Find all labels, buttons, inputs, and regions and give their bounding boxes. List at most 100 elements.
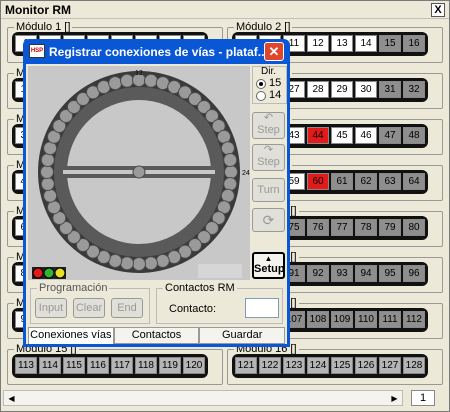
contact-cell[interactable]: 96	[403, 265, 425, 282]
contact-cell[interactable]: 28	[307, 81, 329, 98]
contact-cell[interactable]: 12	[307, 35, 329, 52]
contact-cell[interactable]: 123	[283, 357, 305, 374]
contact-cell[interactable]: 120	[183, 357, 205, 374]
contact-cell[interactable]: 16	[403, 35, 425, 52]
clear-button[interactable]: Clear	[73, 298, 105, 318]
contact-cell[interactable]: 93	[331, 265, 353, 282]
contact-cell[interactable]: 79	[379, 219, 401, 236]
dialog-tabs: Conexiones vías Contactos Guardar	[28, 327, 286, 344]
tab[interactable]: Conexiones vías	[28, 327, 114, 344]
contacto-input[interactable]	[245, 298, 279, 318]
track-stub	[220, 141, 235, 156]
turntable-canvas[interactable]: 12 24	[28, 66, 250, 280]
dir-radio-14[interactable]	[256, 91, 266, 101]
contact-cell[interactable]: 46	[355, 127, 377, 144]
contact-cell[interactable]: 126	[355, 357, 377, 374]
contact-cell[interactable]: 15	[379, 35, 401, 52]
contact-cell[interactable]: 125	[331, 357, 353, 374]
contact-cell[interactable]: 44	[307, 127, 329, 144]
redo-arrow-icon: ↷	[263, 144, 274, 156]
pivot	[132, 165, 146, 179]
programacion-group: Programación Input Clear End	[30, 282, 150, 324]
setup-button[interactable]: ▲ Setup	[252, 252, 285, 279]
track-stub	[224, 165, 238, 179]
dir-14-label: 14	[269, 89, 282, 101]
contact-cell[interactable]: 117	[111, 357, 133, 374]
contact-cell[interactable]: 110	[355, 311, 377, 328]
close-button[interactable]: X	[431, 3, 445, 17]
contact-cell[interactable]: 118	[135, 357, 157, 374]
contact-cell[interactable]: 112	[403, 311, 425, 328]
led-indicator	[43, 267, 55, 279]
contact-cell[interactable]: 63	[379, 173, 401, 190]
dialog-title-bar: HSP Registrar conexiones de vías - plata…	[27, 41, 286, 63]
scroll-left-icon[interactable]: ◀	[5, 392, 18, 405]
register-dialog: HSP Registrar conexiones de vías - plata…	[23, 39, 290, 347]
status-field	[198, 264, 242, 278]
contact-cell[interactable]: 109	[331, 311, 353, 328]
contact-cell[interactable]: 124	[307, 357, 329, 374]
end-button[interactable]: End	[111, 298, 143, 318]
contact-cell[interactable]: 115	[63, 357, 85, 374]
contact-cell[interactable]: 47	[379, 127, 401, 144]
contact-cell[interactable]: 14	[355, 35, 377, 52]
contact-cell[interactable]: 45	[331, 127, 353, 144]
contact-cell[interactable]: 80	[403, 219, 425, 236]
contactos-label: Contactos RM	[163, 282, 237, 294]
contact-cell[interactable]: 13	[331, 35, 353, 52]
contact-cell[interactable]: 108	[307, 311, 329, 328]
dir-radio-15[interactable]	[256, 79, 266, 89]
track-stub	[40, 152, 55, 167]
contact-cell[interactable]: 128	[403, 357, 425, 374]
contact-strip: 121 122 123 124 125 126 127 128	[232, 354, 428, 378]
monitor-window: Monitor RM X Módulo 1 []12345678Módulo 2…	[0, 0, 450, 412]
contact-cell[interactable]: 30	[355, 81, 377, 98]
turntable-drawing[interactable]: 12 24	[28, 66, 250, 280]
rotate-icon[interactable]: ⟳	[252, 208, 285, 232]
contact-cell[interactable]: 94	[355, 265, 377, 282]
scroll-right-icon[interactable]: ▶	[388, 392, 401, 405]
contact-cell[interactable]: 116	[87, 357, 109, 374]
track-stub	[144, 73, 159, 88]
contact-cell[interactable]: 64	[403, 173, 425, 190]
step-forward-label: Step	[257, 156, 280, 168]
tab[interactable]: Guardar	[199, 327, 286, 344]
contact-strip: 113 114 115 116 117 118 119 120	[12, 354, 208, 378]
contact-cell[interactable]: 60	[307, 173, 329, 190]
contact-cell[interactable]: 111	[379, 311, 401, 328]
contact-cell[interactable]: 92	[307, 265, 329, 282]
contact-cell[interactable]: 61	[331, 173, 353, 190]
contact-cell[interactable]: 114	[39, 357, 61, 374]
page-number[interactable]: 1	[411, 390, 435, 406]
contact-cell[interactable]: 48	[403, 127, 425, 144]
input-button[interactable]: Input	[35, 298, 67, 318]
horizontal-scrollbar[interactable]: ◀ ▶	[3, 390, 403, 406]
contact-cell[interactable]: 76	[307, 219, 329, 236]
contact-cell[interactable]: 29	[331, 81, 353, 98]
undo-arrow-icon: ↶	[263, 112, 274, 124]
label-top: 12	[135, 70, 143, 77]
contact-cell[interactable]: 95	[379, 265, 401, 282]
step-forward-button[interactable]: ↷ Step	[252, 144, 285, 171]
contact-cell[interactable]: 62	[355, 173, 377, 190]
contact-cell[interactable]: 113	[15, 357, 37, 374]
dialog-close-button[interactable]: ✕	[264, 42, 284, 61]
step-back-button[interactable]: ↶ Step	[252, 112, 285, 139]
contact-cell[interactable]: 119	[159, 357, 181, 374]
label-right: 24	[242, 170, 250, 177]
contact-cell[interactable]: 32	[403, 81, 425, 98]
track-stub	[40, 177, 55, 192]
track-stub	[108, 76, 123, 91]
turn-button[interactable]: Turn	[252, 178, 285, 202]
led-indicator	[54, 267, 66, 279]
contact-cell[interactable]: 121	[235, 357, 257, 374]
contact-cell[interactable]: 122	[259, 357, 281, 374]
tab[interactable]: Contactos	[113, 327, 200, 344]
title-bar: Monitor RM X	[1, 1, 449, 19]
contact-cell[interactable]: 127	[379, 357, 401, 374]
contact-cell[interactable]: 78	[355, 219, 377, 236]
contacto-label: Contacto:	[169, 303, 217, 315]
contact-cell[interactable]: 77	[331, 219, 353, 236]
led-indicator	[32, 267, 44, 279]
contact-cell[interactable]: 31	[379, 81, 401, 98]
